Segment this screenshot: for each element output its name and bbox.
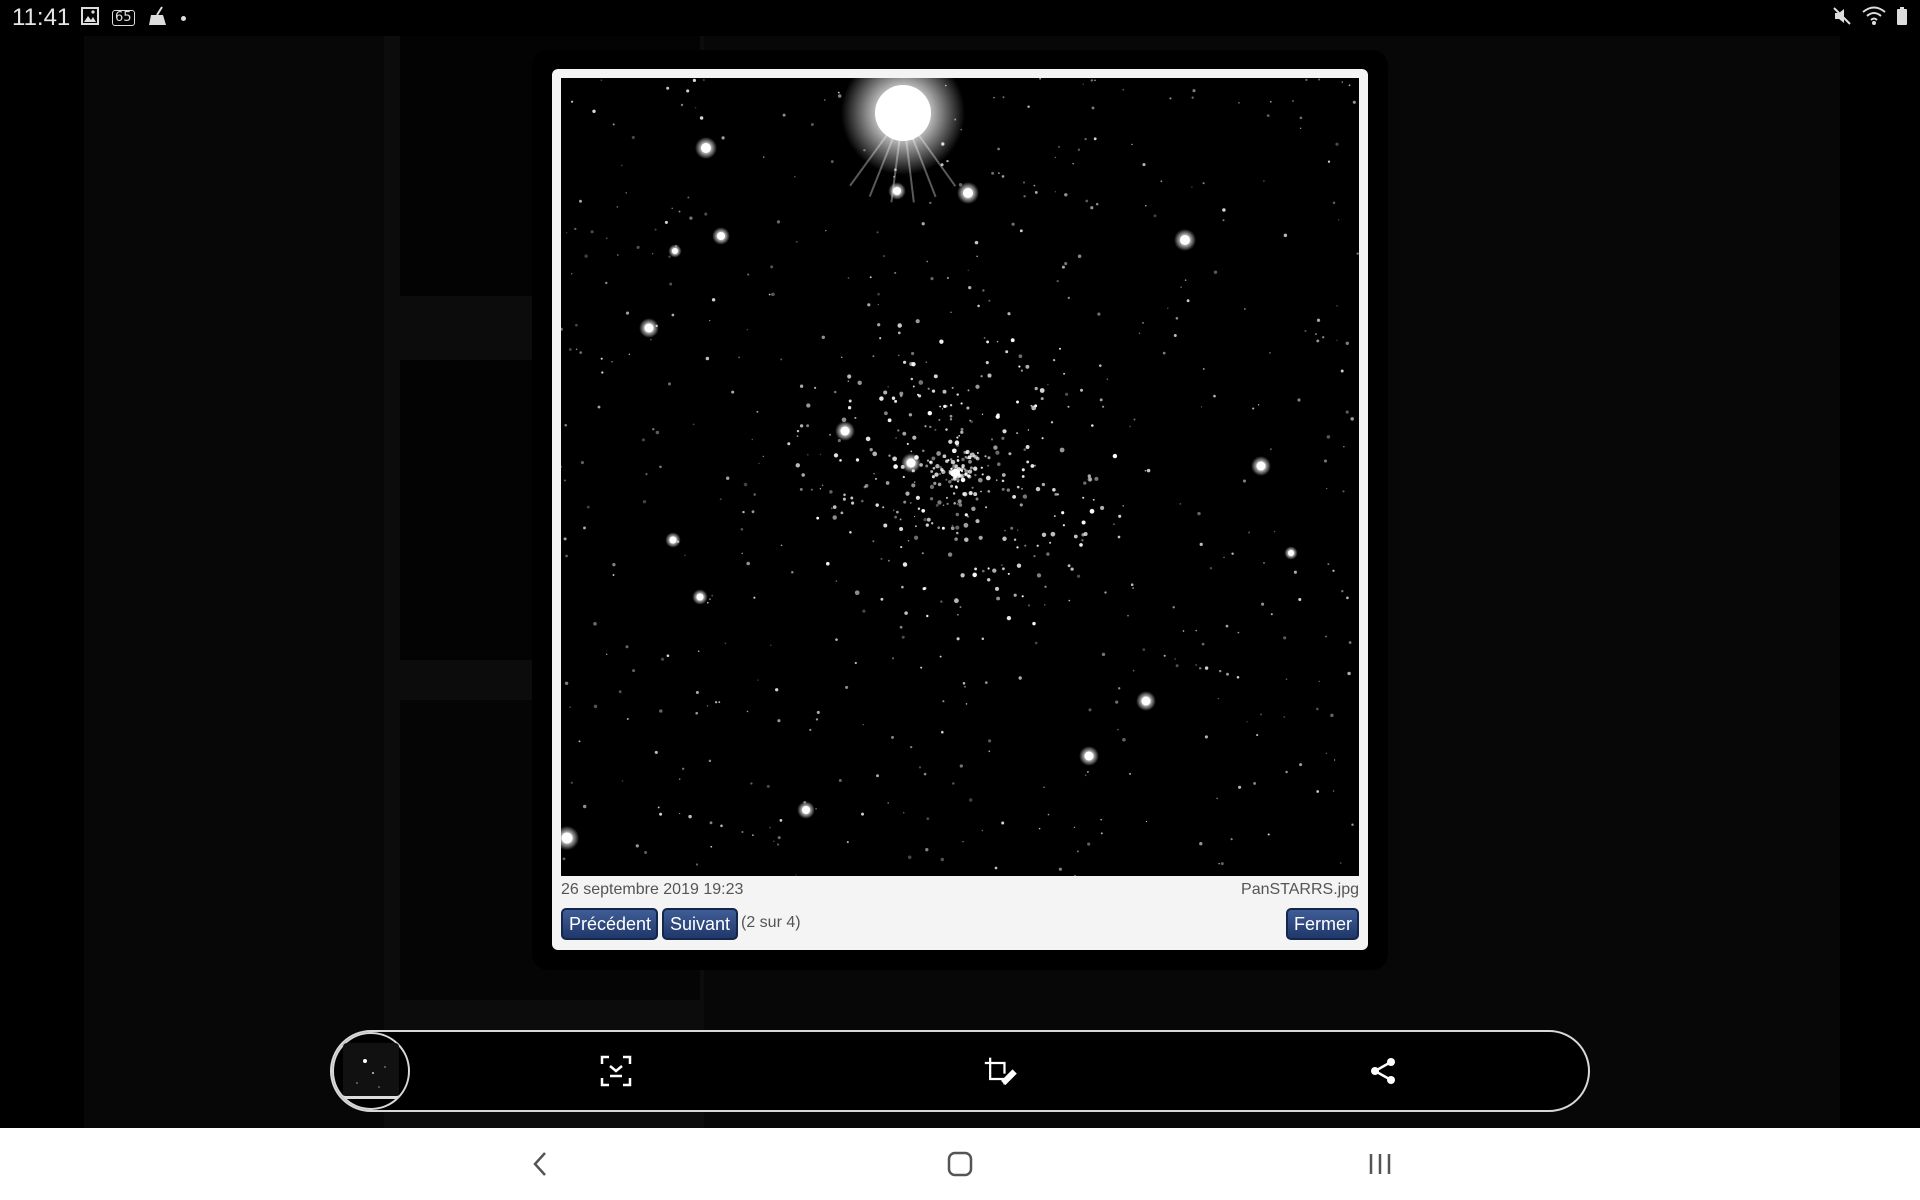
home-icon[interactable] [940, 1146, 980, 1182]
dot-icon [180, 15, 186, 21]
share-icon[interactable] [1366, 1054, 1400, 1088]
photo-filename: PanSTARRS.jpg [1241, 881, 1359, 898]
next-button[interactable]: Suivant [662, 908, 738, 940]
image-toolbar [330, 1030, 1590, 1112]
photo-date: 26 septembre 2019 19:23 [561, 881, 744, 898]
status-right-icons [1832, 6, 1908, 31]
gallery-icon [80, 6, 100, 31]
back-icon[interactable] [520, 1146, 560, 1182]
notification-badge: 65 [112, 10, 135, 26]
previous-button[interactable]: Précédent [561, 908, 658, 940]
thumbnail-preview [343, 1043, 399, 1099]
status-left-icons: 65 [80, 5, 186, 31]
fit-screen-icon[interactable] [599, 1054, 633, 1088]
recent-apps-icon[interactable] [1360, 1146, 1400, 1182]
battery-icon [1896, 6, 1908, 31]
close-button[interactable]: Fermer [1286, 908, 1359, 940]
cleaner-icon [147, 5, 169, 31]
image-counter: (2 sur 4) [741, 914, 801, 931]
mute-icon [1832, 6, 1852, 31]
current-image-thumbnail[interactable] [332, 1032, 410, 1110]
star-cluster-photo [561, 78, 1359, 876]
wifi-icon [1862, 6, 1886, 31]
crop-edit-icon[interactable] [983, 1054, 1017, 1088]
status-bar: 11:41 65 [0, 0, 1920, 36]
status-time: 11:41 [12, 4, 71, 31]
